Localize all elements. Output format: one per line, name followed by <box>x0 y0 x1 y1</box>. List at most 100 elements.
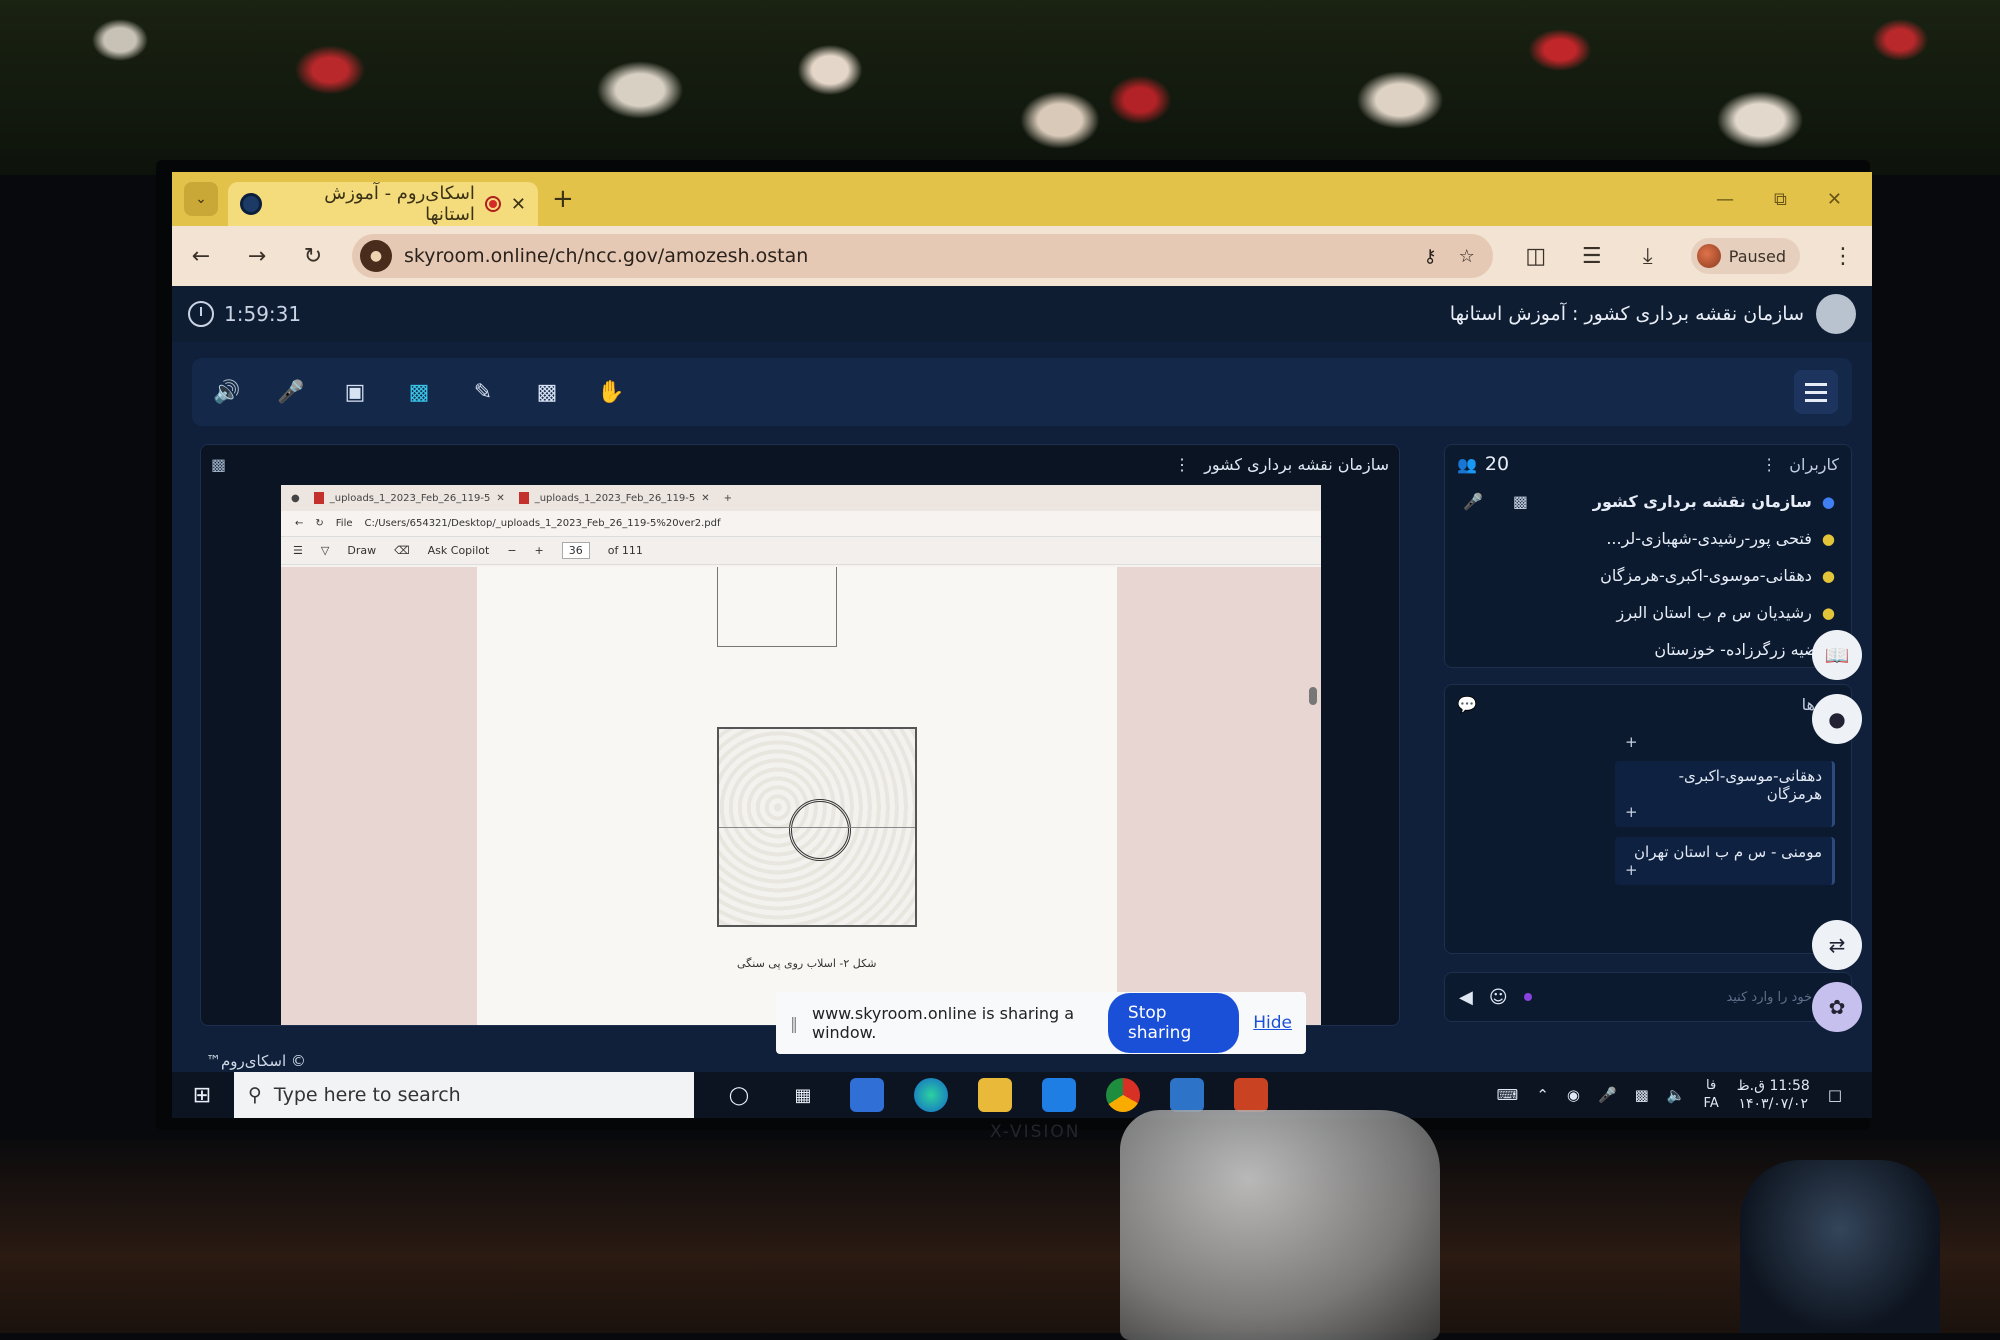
user-screen-icon[interactable]: ▩ <box>1513 492 1528 511</box>
password-key-icon[interactable]: ⚷ <box>1423 246 1436 267</box>
search-icon: ⚲ <box>248 1084 262 1106</box>
hamburger-menu-button[interactable] <box>1794 370 1838 414</box>
ai-assistant-icon[interactable]: ✿ <box>1812 982 1862 1032</box>
screen-share-icon[interactable]: ▩ <box>398 371 440 413</box>
shared-draw-label: Draw <box>347 544 377 557</box>
forward-arrow-icon[interactable]: → <box>244 244 270 269</box>
user-row[interactable]: فتحی پور-رشیدی-شهبازی-لر... ● <box>1445 520 1851 557</box>
pdf-viewport: شکل ۲- اسلاب روی پی سنگی <box>281 567 1321 1025</box>
browser-tab-active[interactable]: اسکای‌روم - آموزش استانها ✕ <box>228 182 538 226</box>
chat-icon: 💬 <box>1457 694 1477 714</box>
tray-mic-icon[interactable]: 🎤 <box>1598 1086 1617 1104</box>
skyroom-favicon-icon <box>240 193 262 215</box>
users-label: کاربران <box>1789 454 1839 474</box>
user-row[interactable]: 🎤 ▩ سازمان نقشه برداری کشور ● <box>1445 483 1851 520</box>
window-controls: — ⧉ ✕ <box>1716 189 1872 210</box>
user-mic-icon[interactable]: 🎤 <box>1463 492 1483 511</box>
back-arrow-icon[interactable]: ← <box>188 244 214 269</box>
cortana-icon[interactable]: ◯ <box>722 1078 756 1112</box>
users-panel: 👥 20 کاربران ⋮ 🎤 ▩ سازمان نقشه برداری کش… <box>1444 444 1852 668</box>
browser-menu-icon[interactable]: ⋮ <box>1830 244 1856 269</box>
tab-search-button[interactable]: ⌄ <box>184 182 218 216</box>
stop-sharing-button[interactable]: Stop sharing <box>1107 993 1240 1053</box>
close-window-icon[interactable]: ✕ <box>1827 189 1842 210</box>
new-tab-button[interactable]: + <box>552 184 574 214</box>
screen-share-banner: ‖ www.skyroom.online is sharing a window… <box>776 992 1306 1054</box>
browser-tab-strip: ⌄ اسکای‌روم - آموزش استانها ✕ + — ⧉ ✕ <box>172 172 1872 226</box>
guest-user-icon: ● <box>1821 529 1835 548</box>
users-more-icon[interactable]: ⋮ <box>1761 455 1777 474</box>
guest-user-icon: ● <box>1821 603 1835 622</box>
profile-paused-button[interactable]: Paused <box>1690 238 1800 274</box>
bookmark-star-icon[interactable]: ☆ <box>1459 246 1475 267</box>
engineering-drawing-plan <box>717 727 917 927</box>
keyboard-icon[interactable]: ⌨ <box>1497 1086 1519 1104</box>
clock-tray[interactable]: 11:58 ق.ظ ۱۴۰۳/۰۷/۰۲ <box>1737 1077 1810 1113</box>
extensions-icon[interactable]: ◫ <box>1523 244 1549 269</box>
chrome-icon[interactable] <box>1106 1078 1140 1112</box>
close-tab-icon[interactable]: ✕ <box>511 194 526 215</box>
file-explorer-icon[interactable] <box>978 1078 1012 1112</box>
chat-message: مومنی - س م ب استان تهران + <box>1615 837 1835 885</box>
tray-chevron-icon[interactable]: ⌃ <box>1536 1086 1549 1104</box>
engineering-drawing-section <box>717 567 837 647</box>
message-text: + <box>1625 861 1638 879</box>
notifications-icon[interactable]: □ <box>1828 1086 1842 1104</box>
store-icon[interactable] <box>850 1078 884 1112</box>
mail-icon[interactable] <box>1042 1078 1076 1112</box>
taskbar-search[interactable]: ⚲ Type here to search <box>234 1072 694 1118</box>
user-row[interactable]: دهقانی-موسوی-اکبری-هرمزگان ● <box>1445 557 1851 594</box>
whiteboard-pen-icon[interactable]: ✎ <box>462 371 504 413</box>
reload-icon[interactable]: ↻ <box>300 244 326 269</box>
pdf-scrollbar <box>1309 687 1317 705</box>
network-icon[interactable]: ▩ <box>1635 1086 1649 1104</box>
status-dot-icon <box>1523 993 1532 1001</box>
camera-off-icon[interactable]: ▣ <box>334 371 376 413</box>
microphone-in-use-icon[interactable]: ● <box>360 240 392 272</box>
send-icon[interactable]: ◀ <box>1459 987 1473 1008</box>
shared-path: C:/Users/654321/Desktop/_uploads_1_2023_… <box>364 518 721 529</box>
windows-start-icon[interactable]: ⊞ <box>182 1083 222 1108</box>
presenter-title: سازمان نقشه برداری کشور <box>1204 454 1389 474</box>
url-text: skyroom.online/ch/ncc.gov/amozesh.ostan <box>404 245 809 267</box>
tissue-box <box>1120 1110 1440 1340</box>
chat-input-bar: ◀ ☺ متن خود را وارد کنید <box>1444 972 1852 1022</box>
task-view-icon[interactable]: ▦ <box>786 1078 820 1112</box>
hide-banner-link[interactable]: Hide <box>1253 1013 1292 1033</box>
user-row[interactable]: مرضیه زرگرزاده- خوزستان <box>1445 631 1851 668</box>
shared-eraser-icon: ⌫ <box>394 544 410 557</box>
microphone-icon[interactable]: 🎤 <box>270 371 312 413</box>
edge-icon[interactable] <box>914 1078 948 1112</box>
raise-hand-icon[interactable]: ✋ <box>590 371 632 413</box>
media-controls-icon[interactable]: ☰ <box>1579 244 1605 269</box>
minimize-icon[interactable]: — <box>1716 189 1734 210</box>
recording-icon <box>484 196 501 212</box>
address-bar[interactable]: ● skyroom.online/ch/ncc.gov/amozesh.osta… <box>352 234 1493 278</box>
reader-mode-icon[interactable]: 📖 <box>1812 630 1862 680</box>
user-row[interactable]: رشیدیان س م ب استان البرز ● <box>1445 594 1851 631</box>
language-indicator[interactable]: فا FA <box>1704 1077 1719 1113</box>
remote-desktop-icon[interactable] <box>1170 1078 1204 1112</box>
user-avatar[interactable] <box>1816 294 1856 334</box>
skyroom-header: 1:59:31 سازمان نقشه برداری کشور : آموزش … <box>172 286 1872 342</box>
files-icon[interactable]: ▩ <box>526 371 568 413</box>
download-icon[interactable]: ⤓ <box>1635 244 1661 269</box>
search-placeholder: Type here to search <box>273 1084 461 1106</box>
room-title-text: سازمان نقشه برداری کشور : آموزش استانها <box>1449 303 1804 325</box>
security-icon[interactable]: ◉ <box>1567 1086 1580 1104</box>
translate-icon[interactable]: ⇄ <box>1812 920 1862 970</box>
speaker-icon[interactable]: 🔊 <box>206 371 248 413</box>
powerpoint-icon[interactable] <box>1234 1078 1268 1112</box>
browser-toolbar: ← → ↻ ● skyroom.online/ch/ncc.gov/amozes… <box>172 226 1872 286</box>
pdf-page: شکل ۲- اسلاب روی پی سنگی <box>477 567 1117 1025</box>
shared-file-label: File <box>335 518 353 529</box>
volume-icon[interactable]: 🔈 <box>1667 1086 1686 1104</box>
monitor-brand: X-VISION <box>990 1122 1081 1142</box>
emoji-icon[interactable]: ☺ <box>1489 987 1508 1008</box>
drag-handle-icon[interactable]: ‖ <box>790 1014 798 1033</box>
extension-globe-icon[interactable]: ● <box>1812 694 1862 744</box>
restore-icon[interactable]: ⧉ <box>1774 189 1787 210</box>
message-sender: مومنی - س م ب استان تهران <box>1634 843 1822 861</box>
presentation-more-icon[interactable]: ⋮ <box>1174 455 1190 474</box>
chevron-down-icon: ⌄ <box>195 191 207 207</box>
